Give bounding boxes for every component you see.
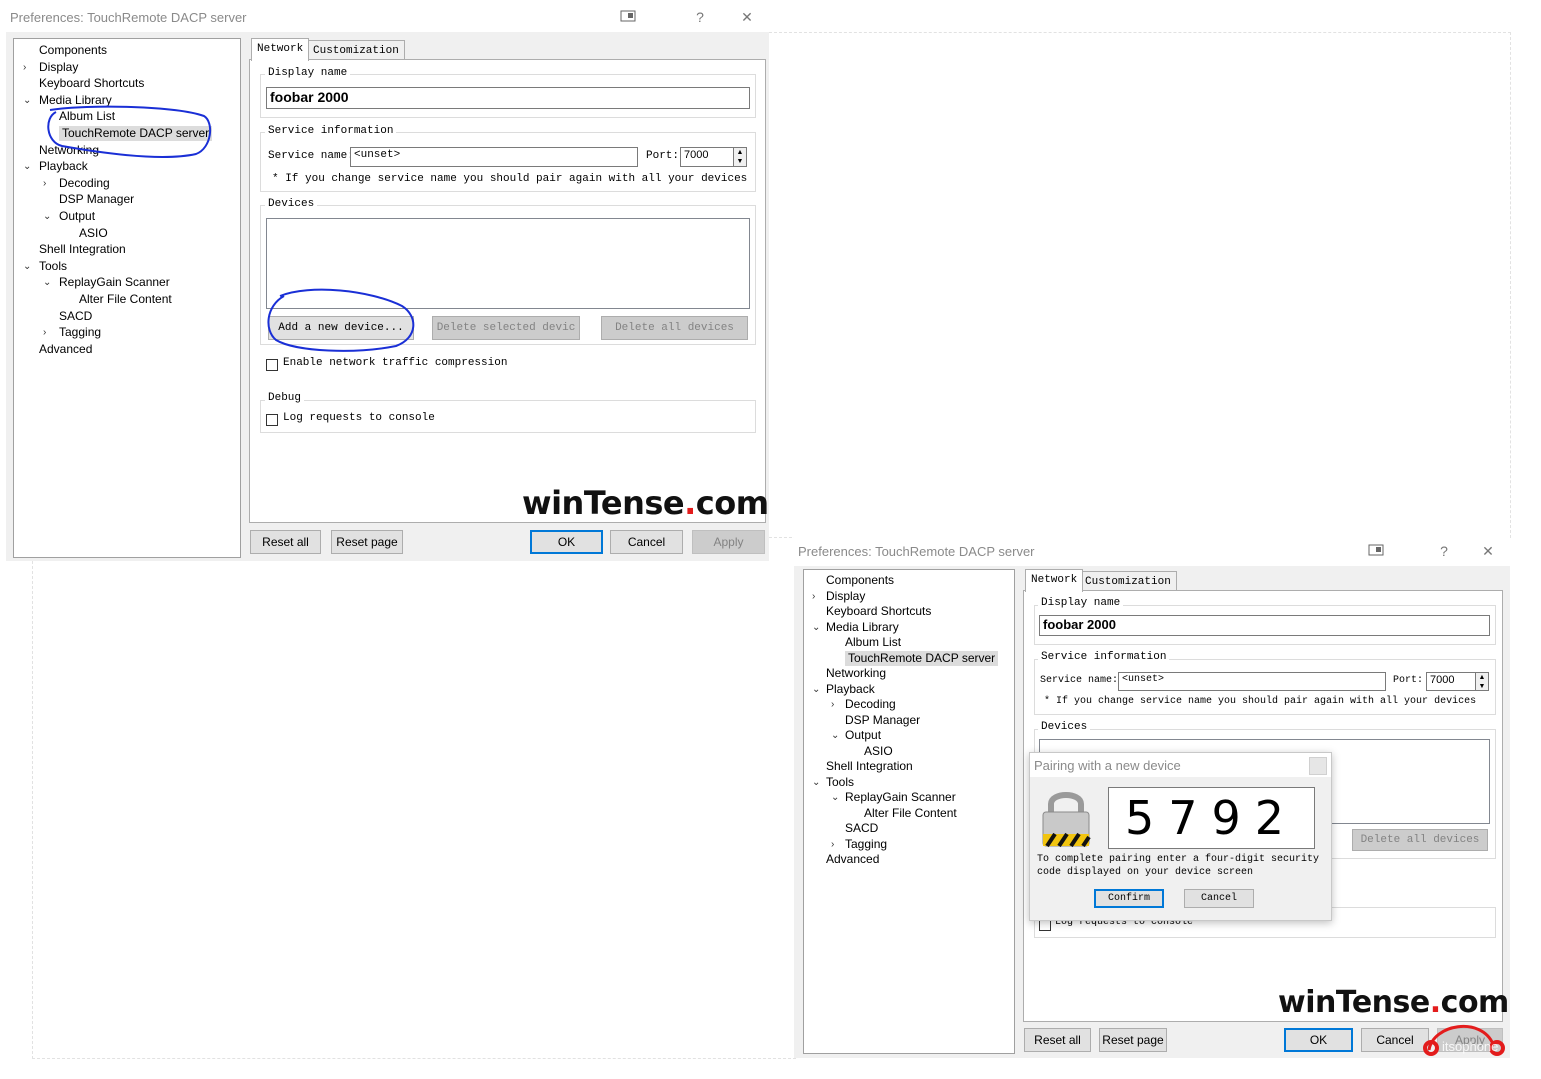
itsophone-watermark-text: itsophone [1442, 1039, 1499, 1054]
padlock-icon [1042, 792, 1091, 848]
pairing-code-display: 5792 [1108, 787, 1315, 849]
tree-item-sacd[interactable]: SACD [845, 821, 878, 836]
tree-item-replaygain-scanner[interactable]: ReplayGain Scanner [845, 790, 956, 805]
tree-item-asio[interactable]: ASIO [864, 744, 893, 759]
port-label-2: Port: [1393, 675, 1424, 686]
pin-icon-2[interactable] [1366, 542, 1386, 560]
tree-item-tagging[interactable]: Tagging [845, 837, 887, 852]
service-note-2: * If you change service name you should … [1044, 696, 1477, 707]
delete-all-devices-button-2[interactable]: Delete all devices [1352, 829, 1488, 851]
tree-item-tools[interactable]: Tools [826, 775, 854, 790]
help-icon-2[interactable]: ? [1434, 542, 1454, 560]
preferences-tree-2: Components › Display Keyboard Shortcuts ⌄ Med… [803, 569, 1015, 1054]
pairing-cancel-button[interactable]: Cancel [1184, 889, 1254, 908]
devices-label-2: Devices [1038, 721, 1091, 733]
tree-expander-icon[interactable]: ⌄ [812, 682, 820, 697]
pairing-message: To complete pairing enter a four-digit s… [1037, 854, 1320, 878]
close-icon-2[interactable]: ✕ [1478, 542, 1498, 560]
display-name-input-2[interactable]: foobar 2000 [1039, 615, 1490, 636]
tree-expander-icon[interactable]: › [812, 589, 815, 604]
title-bar-2: Preferences: TouchRemote DACP server ? ✕ [794, 536, 1510, 566]
tree-expander-icon[interactable]: ⌄ [831, 728, 839, 743]
tab-network-2[interactable]: Network [1025, 569, 1084, 592]
tree-item-dsp-manager[interactable]: DSP Manager [845, 713, 920, 728]
tree-item-shell-integration[interactable]: Shell Integration [826, 759, 913, 774]
pairing-dialog-close-icon[interactable] [1309, 757, 1327, 775]
tree-expander-icon[interactable]: › [831, 697, 834, 712]
service-name-input-2[interactable]: <unset> [1118, 672, 1386, 691]
screenshot-frame-top [769, 32, 1511, 538]
reset-page-button-2[interactable]: Reset page [1099, 1028, 1167, 1052]
tree-item-playback[interactable]: Playback [826, 682, 875, 697]
tree-item-album-list[interactable]: Album List [845, 635, 901, 650]
tab-network[interactable]: Network [251, 38, 310, 61]
pairing-dialog: Pairing with a new device 5792 To comple… [1029, 752, 1332, 921]
tree-item-touchremote-dacp-server[interactable]: TouchRemote DACP server [845, 650, 999, 666]
service-info-label-2: Service information [1038, 651, 1170, 663]
pairing-dialog-title: Pairing with a new device [1034, 758, 1181, 773]
service-name-label-2: Service name: [1040, 675, 1119, 686]
tree-expander-icon[interactable]: › [831, 837, 834, 852]
tree-item-keyboard-shortcuts[interactable]: Keyboard Shortcuts [826, 604, 931, 619]
pairing-dialog-title-bar: Pairing with a new device [1030, 753, 1331, 777]
port-spinner-2[interactable]: ▲ ▼ [1475, 672, 1489, 691]
tree-item-advanced[interactable]: Advanced [826, 852, 879, 867]
tree-expander-icon[interactable]: ⌄ [812, 775, 820, 790]
screenshot-frame-bottom [32, 561, 796, 1059]
tree-expander-icon[interactable]: ⌄ [812, 620, 820, 635]
brand-name-2: winTense [1278, 985, 1430, 1020]
annotation-circles [47, 105, 415, 352]
ok-button-2[interactable]: OK [1284, 1028, 1353, 1052]
tree-item-media-library[interactable]: Media Library [826, 620, 899, 635]
tree-item-display[interactable]: Display [826, 589, 865, 604]
window-title-2: Preferences: TouchRemote DACP server [798, 544, 1035, 559]
tab-customization-2[interactable]: Customization [1079, 571, 1177, 592]
display-name-label-2: Display name [1038, 597, 1124, 609]
reset-all-button-2[interactable]: Reset all [1024, 1028, 1091, 1052]
tree-item-networking[interactable]: Networking [826, 666, 886, 681]
tree-item-alter-file-content[interactable]: Alter File Content [864, 806, 957, 821]
tree-item-decoding[interactable]: Decoding [845, 697, 896, 712]
port-input-2[interactable]: 7000 [1426, 672, 1476, 691]
tree-item-output[interactable]: Output [845, 728, 881, 743]
tree-expander-icon[interactable]: ⌄ [831, 790, 839, 805]
tree-item-components[interactable]: Components [826, 573, 894, 588]
pairing-confirm-button[interactable]: Confirm [1094, 889, 1164, 908]
